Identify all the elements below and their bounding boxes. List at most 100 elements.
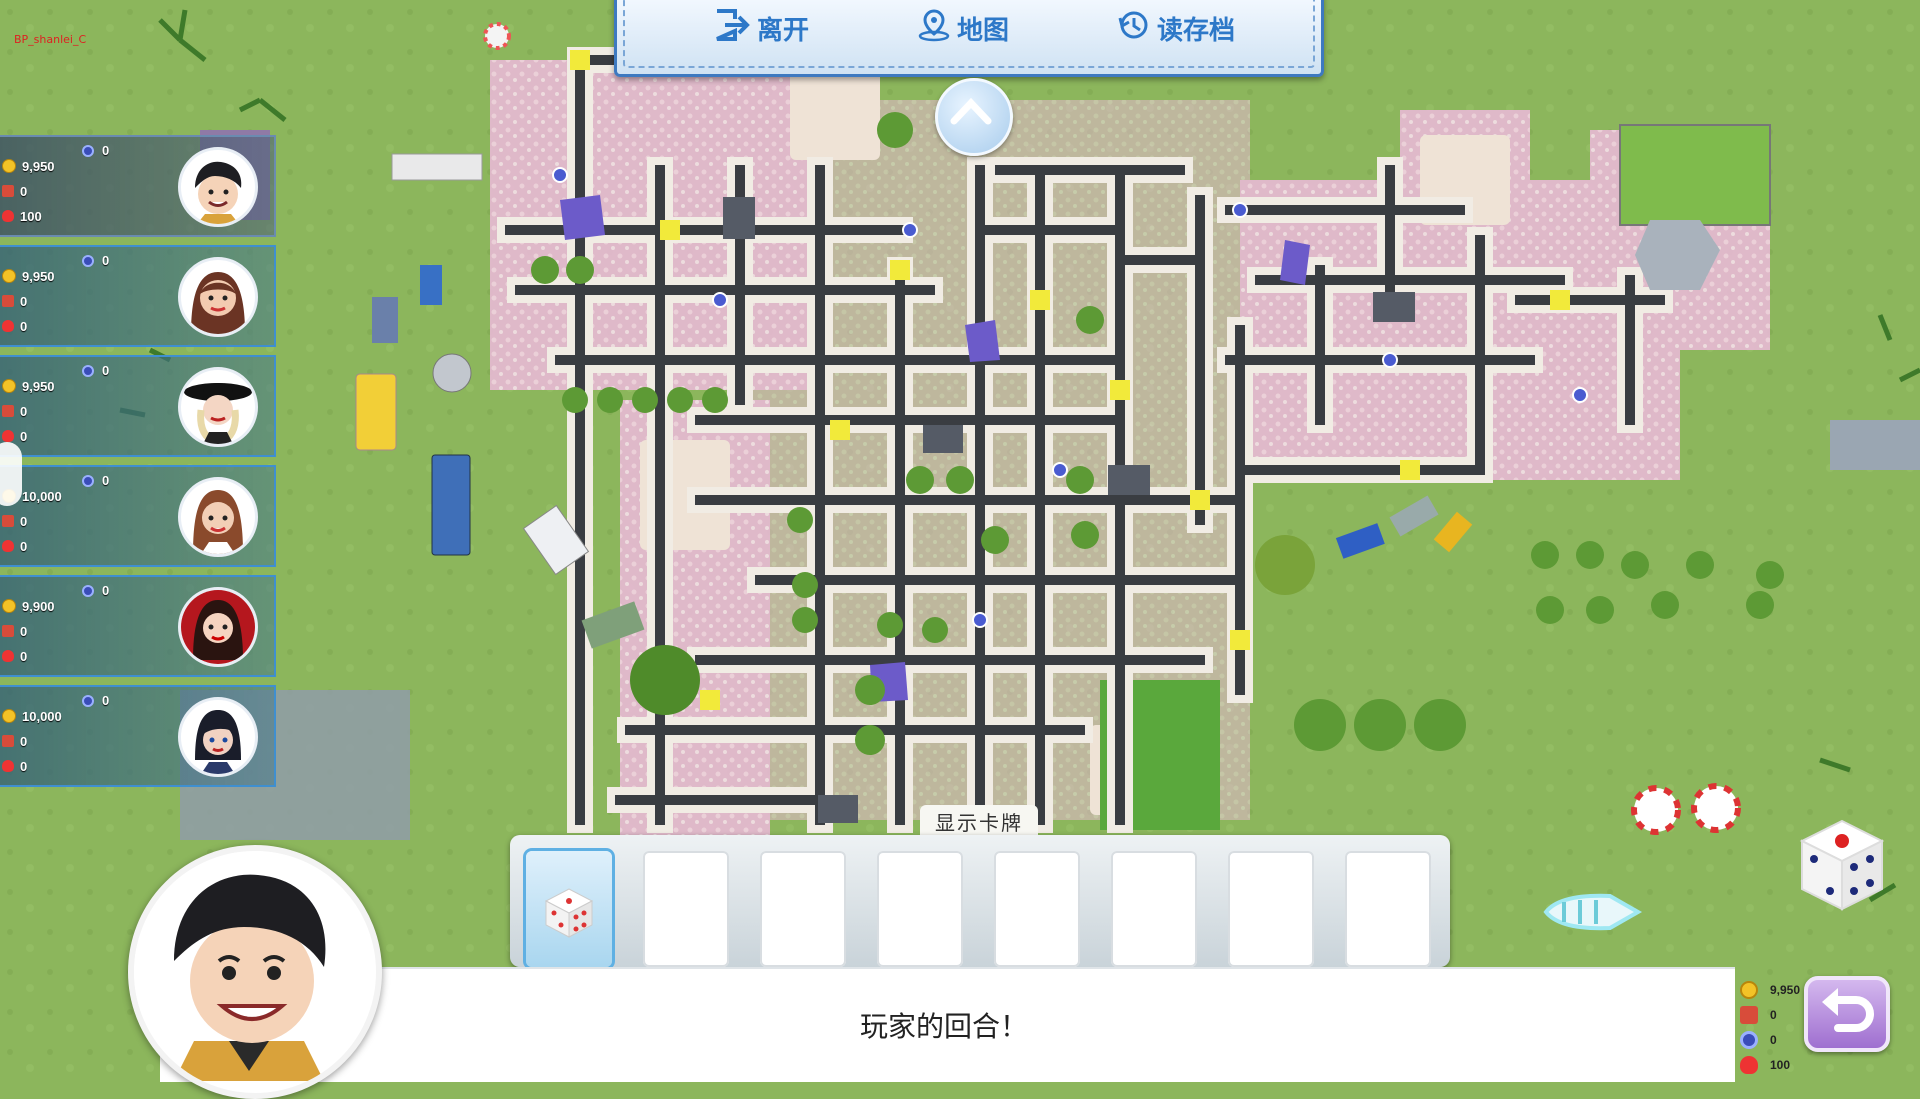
health-value: 100 [20,208,42,224]
health-value: 0 [20,758,28,774]
card-slot[interactable] [877,851,963,967]
avatar [178,147,258,227]
show-cards-tab[interactable]: 显示卡牌 [920,805,1038,837]
message-bar: 玩家的回合！ 9,950 0 0 100 [160,967,1800,1082]
money-stat: 9,900 [2,597,55,615]
map-button[interactable]: 地图 [917,8,1009,48]
boat-icon[interactable] [1540,888,1644,941]
card-slot[interactable] [760,851,846,967]
coin-icon [2,599,16,613]
collapse-up-button[interactable] [935,78,1013,156]
heart-icon [2,650,14,662]
leave-button[interactable]: 离开 [713,8,809,48]
money-stat: 10,000 [2,707,62,725]
undo-arrow-icon [1822,988,1874,1032]
gem-icon [82,584,94,597]
health-stat: 100 [1740,1052,1800,1077]
player-panel[interactable]: 0 9,950 0 100 [0,135,276,237]
card-slot[interactable] [1345,851,1431,967]
player-panel[interactable]: 0 9,950 0 0 [0,355,276,457]
property-stat: 0 [2,182,27,200]
property-stat: 0 [1740,1002,1800,1027]
health-stat: 0 [2,757,27,775]
gem-value: 0 [102,583,110,598]
card-slot[interactable] [643,851,729,967]
coin-icon [2,709,16,723]
property-value: 0 [20,403,28,419]
map-pin-icon [917,8,957,49]
money-stat: 9,950 [2,377,55,395]
gem-icon [82,364,94,377]
gem-icon [1740,1030,1758,1049]
gem-value: 0 [102,473,110,488]
heart-icon [2,210,14,222]
leave-label: 离开 [757,14,810,45]
back-button[interactable] [1804,976,1890,1052]
money-value: 9,900 [22,598,55,614]
avatar [178,367,258,447]
player-panel[interactable]: 0 9,900 0 0 [0,575,276,677]
card-slot[interactable] [994,851,1080,967]
save-load-button[interactable]: 读存档 [1117,8,1235,48]
gem-stat: 0 [82,693,109,708]
gem-value: 0 [102,253,110,268]
player-panel[interactable]: 0 10,000 0 0 [0,465,276,567]
gem-icon [82,254,94,267]
current-player-stats: 9,950 0 0 100 [1740,977,1800,1077]
save-load-icon [1117,8,1157,49]
health-value: 100 [1770,1057,1791,1072]
money-stat: 9,950 [1740,977,1800,1002]
side-handle[interactable] [0,442,22,506]
coin-icon [2,379,16,393]
gem-value: 0 [102,143,110,158]
property-stat: 0 [2,292,27,310]
card-slot-dice[interactable] [526,851,612,967]
property-stat: 0 [2,622,27,640]
health-value: 0 [20,648,28,664]
money-stat: 9,950 [2,157,55,175]
property-value: 0 [20,183,28,199]
avatar [178,587,258,667]
property-stat: 0 [2,402,27,420]
health-value: 0 [20,428,28,444]
money-value: 9,950 [22,158,55,174]
coin-icon [2,159,16,173]
fenced-park [1619,124,1771,226]
player-panel[interactable]: 0 9,950 0 0 [0,245,276,347]
health-value: 0 [20,538,28,554]
property-value: 0 [1770,1007,1777,1022]
gem-stat: 0 [82,583,109,598]
heart-icon [2,760,14,772]
turn-message: 玩家的回合！ [860,1011,1029,1042]
heart-icon [1740,1055,1758,1074]
bank-icon [2,405,14,417]
gem-value: 0 [102,363,110,378]
gem-stat: 0 [1740,1027,1800,1052]
gem-stat: 0 [82,253,109,268]
card-slot[interactable] [1228,851,1314,967]
card-slot[interactable] [1111,851,1197,967]
map-label: 地图 [957,14,1010,45]
money-stat: 9,950 [2,267,55,285]
bank-icon [2,185,14,197]
heart-icon [2,430,14,442]
top-menu-bar: 离开 地图 读存档 [614,0,1324,77]
dice-icon [544,888,594,938]
health-value: 0 [20,318,28,334]
gem-value: 0 [1770,1032,1777,1047]
gem-icon [82,144,94,157]
coin-icon [1740,980,1758,999]
current-player-avatar [128,845,382,1099]
bank-icon [2,625,14,637]
roll-dice-button[interactable] [1792,815,1892,915]
gem-stat: 0 [82,473,109,488]
username-label: BP_shanlei_C [14,33,87,46]
chevron-up-icon [950,97,992,125]
health-stat: 0 [2,317,27,335]
show-cards-label: 显示卡牌 [935,812,1023,835]
money-value: 9,950 [1770,982,1801,997]
money-value: 10,000 [22,708,62,724]
player-panel[interactable]: 0 10,000 0 0 [0,685,276,787]
money-value: 9,950 [22,378,55,394]
property-stat: 0 [2,732,27,750]
